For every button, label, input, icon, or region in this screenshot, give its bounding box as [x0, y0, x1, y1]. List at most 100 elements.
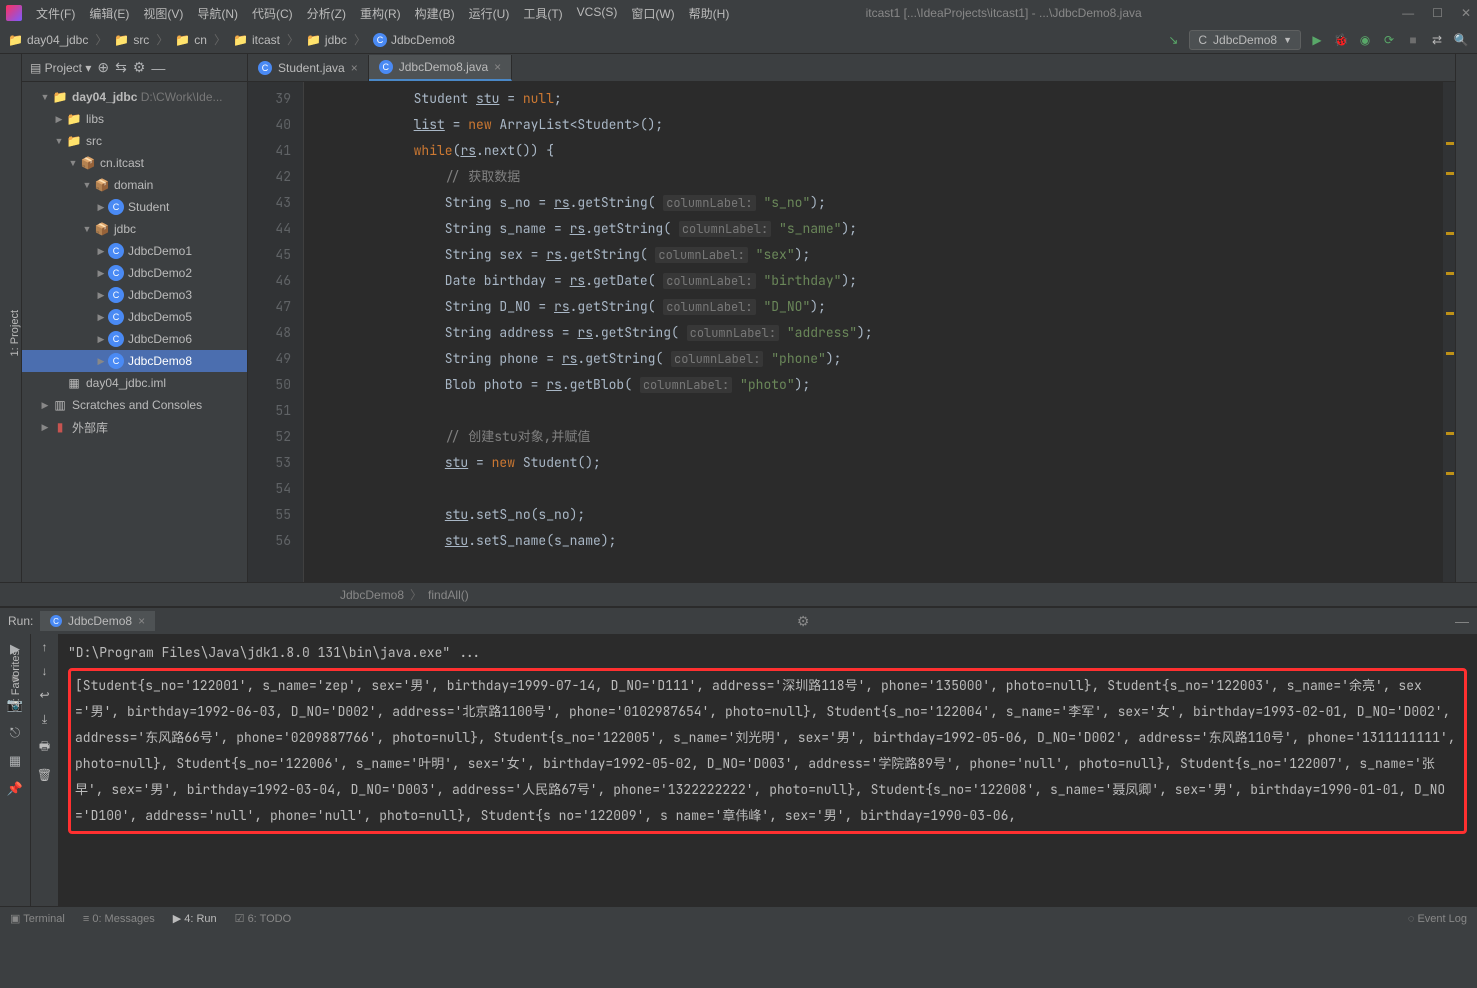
up-button[interactable]: ↑ — [42, 640, 48, 654]
right-toolwindow-bar — [1455, 54, 1477, 582]
code-breadcrumb: JdbcDemo8 〉 findAll() — [0, 582, 1477, 606]
status-messages[interactable]: ≡ 0: Messages — [83, 913, 155, 925]
tree-demo8[interactable]: ▶CJdbcDemo8 — [22, 350, 247, 372]
layout-button[interactable]: ▦ — [6, 752, 24, 770]
line-gutter[interactable]: 394041424344454647484950515253545556 — [248, 82, 304, 582]
crumb-jdbc[interactable]: jdbc — [325, 33, 347, 47]
tree-student[interactable]: ▶CStudent — [22, 196, 247, 218]
tool-favorites-tab[interactable]: 2: Favorites — [10, 650, 22, 707]
run-button[interactable]: ▶ — [1309, 32, 1325, 48]
close-icon[interactable]: × — [494, 60, 501, 74]
tab-student[interactable]: CStudent.java× — [248, 55, 369, 81]
menu-navigate[interactable]: 导航(N) — [191, 3, 244, 24]
scroll-button[interactable]: ⤓ — [42, 712, 47, 727]
menu-tools[interactable]: 工具(T) — [517, 3, 568, 24]
menubar: 文件(F) 编辑(E) 视图(V) 导航(N) 代码(C) 分析(Z) 重构(R… — [30, 3, 735, 24]
class-icon: C — [1198, 33, 1207, 47]
run-toolbar-secondary: ↑ ↓ ↩ ⤓ 🖶 🗑 — [30, 634, 58, 906]
menu-build[interactable]: 构建(B) — [409, 3, 461, 24]
close-button[interactable]: ✕ — [1461, 6, 1471, 20]
status-terminal[interactable]: ▣ Terminal — [10, 912, 65, 925]
menu-run[interactable]: 运行(U) — [463, 3, 516, 24]
menu-code[interactable]: 代码(C) — [246, 3, 299, 24]
tab-jdbcdemo8[interactable]: CJdbcDemo8.java× — [369, 55, 512, 81]
menu-view[interactable]: 视图(V) — [137, 3, 189, 24]
tree-demo5[interactable]: ▶CJdbcDemo5 — [22, 306, 247, 328]
tree-scratches[interactable]: ▶▥Scratches and Consoles — [22, 394, 247, 416]
profiler-button[interactable]: ⟳ — [1381, 32, 1397, 48]
gear-icon[interactable]: ⚙ — [797, 613, 810, 630]
menu-refactor[interactable]: 重构(R) — [354, 3, 407, 24]
run-config-selector[interactable]: C JdbcDemo8 ▼ — [1189, 30, 1301, 50]
crumb-class[interactable]: JdbcDemo8 — [391, 33, 455, 47]
breadcrumb-method[interactable]: findAll() — [428, 588, 469, 602]
tree-demo2[interactable]: ▶CJdbcDemo2 — [22, 262, 247, 284]
coverage-button[interactable]: ◉ — [1357, 32, 1373, 48]
status-eventlog[interactable]: ◌ Event Log — [1408, 913, 1467, 925]
menu-file[interactable]: 文件(F) — [30, 3, 81, 24]
crumb-cn[interactable]: cn — [194, 33, 207, 47]
tree-jdbc[interactable]: ▼📦jdbc — [22, 218, 247, 240]
tool-project-tab[interactable]: 1: Project — [9, 302, 21, 364]
wrap-button[interactable]: ↩ — [39, 688, 49, 702]
tree-root[interactable]: ▼📁day04_jdbc D:\CWork\Ide... — [22, 86, 247, 108]
down-button[interactable]: ↓ — [42, 664, 48, 678]
hide-icon[interactable]: — — [1451, 613, 1469, 629]
navbar: 📁 day04_jdbc〉 📁 src〉 📁 cn〉 📁 itcast〉 📁 j… — [0, 26, 1477, 54]
print-button[interactable]: 🖶 — [39, 737, 50, 758]
crumb-src[interactable]: src — [133, 33, 149, 47]
search-icon[interactable]: 🔍 — [1453, 32, 1469, 48]
close-icon[interactable]: × — [138, 614, 145, 628]
tree-libs[interactable]: ▶📁libs — [22, 108, 247, 130]
folder-icon: 📁 — [8, 33, 23, 47]
close-icon[interactable]: × — [351, 61, 358, 75]
run-tool-window: Run: C JdbcDemo8 × ⚙ — ▶ ■ 📷 ⎋ ▦ 📌 ↑ ↓ ↩… — [0, 606, 1477, 906]
app-logo — [6, 5, 22, 21]
pin-button[interactable]: 📌 — [6, 780, 24, 798]
crumb-project[interactable]: day04_jdbc — [27, 33, 88, 47]
tree-domain[interactable]: ▼📦domain — [22, 174, 247, 196]
code-editor[interactable]: Student stu = null; list = new ArrayList… — [304, 82, 1455, 582]
tree-iml[interactable]: ▦day04_jdbc.iml — [22, 372, 247, 394]
tree-demo6[interactable]: ▶CJdbcDemo6 — [22, 328, 247, 350]
debug-button[interactable]: 🐞 — [1333, 32, 1349, 48]
folder-icon: 📁 — [233, 33, 248, 47]
gear-icon[interactable]: ⚙ — [133, 59, 146, 76]
status-run[interactable]: ▶ 4: Run — [173, 912, 217, 925]
stop-button[interactable]: ■ — [1405, 32, 1421, 48]
tree-demo1[interactable]: ▶CJdbcDemo1 — [22, 240, 247, 262]
tree-src[interactable]: ▼📁src — [22, 130, 247, 152]
breadcrumb-class[interactable]: JdbcDemo8 — [340, 588, 404, 602]
editor: CStudent.java× CJdbcDemo8.java× 39404142… — [248, 54, 1455, 582]
nav-breadcrumb: 📁 day04_jdbc〉 📁 src〉 📁 cn〉 📁 itcast〉 📁 j… — [8, 31, 455, 48]
tree-package[interactable]: ▼📦cn.itcast — [22, 152, 247, 174]
menu-help[interactable]: 帮助(H) — [683, 3, 736, 24]
console-output[interactable]: "D:\Program Files\Java\jdk1.8.0 131\bin\… — [58, 634, 1477, 906]
menu-vcs[interactable]: VCS(S) — [571, 3, 624, 24]
minimize-button[interactable]: — — [1402, 6, 1414, 20]
project-tool-window: ▤ Project ▾ ⊕ ⇆ ⚙ — ▼📁day04_jdbc D:\CWor… — [22, 54, 248, 582]
left-toolwindow-bar: 1: Project — [0, 54, 22, 582]
expand-icon[interactable]: ⇆ — [115, 59, 127, 76]
clear-button[interactable]: 🗑 — [37, 768, 52, 782]
menu-analyze[interactable]: 分析(Z) — [301, 3, 352, 24]
error-stripe[interactable] — [1443, 82, 1455, 582]
exit-button[interactable]: ⎋ — [6, 724, 24, 742]
folder-icon: 📁 — [175, 33, 190, 47]
status-todo[interactable]: ☑ 6: TODO — [235, 912, 292, 925]
hide-icon[interactable]: — — [151, 60, 165, 76]
tree-external[interactable]: ▶▮外部库 — [22, 416, 247, 438]
maximize-button[interactable]: ☐ — [1432, 6, 1443, 20]
build-icon[interactable]: ↘ — [1165, 32, 1181, 48]
menu-edit[interactable]: 编辑(E) — [83, 3, 135, 24]
titlebar: 文件(F) 编辑(E) 视图(V) 导航(N) 代码(C) 分析(Z) 重构(R… — [0, 0, 1477, 26]
console-cmd: "D:\Program Files\Java\jdk1.8.0 131\bin\… — [68, 640, 1467, 666]
locate-icon[interactable]: ⊕ — [97, 59, 109, 76]
run-tab[interactable]: C JdbcDemo8 × — [40, 611, 155, 631]
tree-demo3[interactable]: ▶CJdbcDemo3 — [22, 284, 247, 306]
project-tree[interactable]: ▼📁day04_jdbc D:\CWork\Ide... ▶📁libs ▼📁sr… — [22, 82, 247, 582]
project-view-selector[interactable]: ▤ Project ▾ — [30, 61, 91, 75]
menu-window[interactable]: 窗口(W) — [625, 3, 680, 24]
update-button[interactable]: ⇄ — [1429, 32, 1445, 48]
crumb-itcast[interactable]: itcast — [252, 33, 280, 47]
